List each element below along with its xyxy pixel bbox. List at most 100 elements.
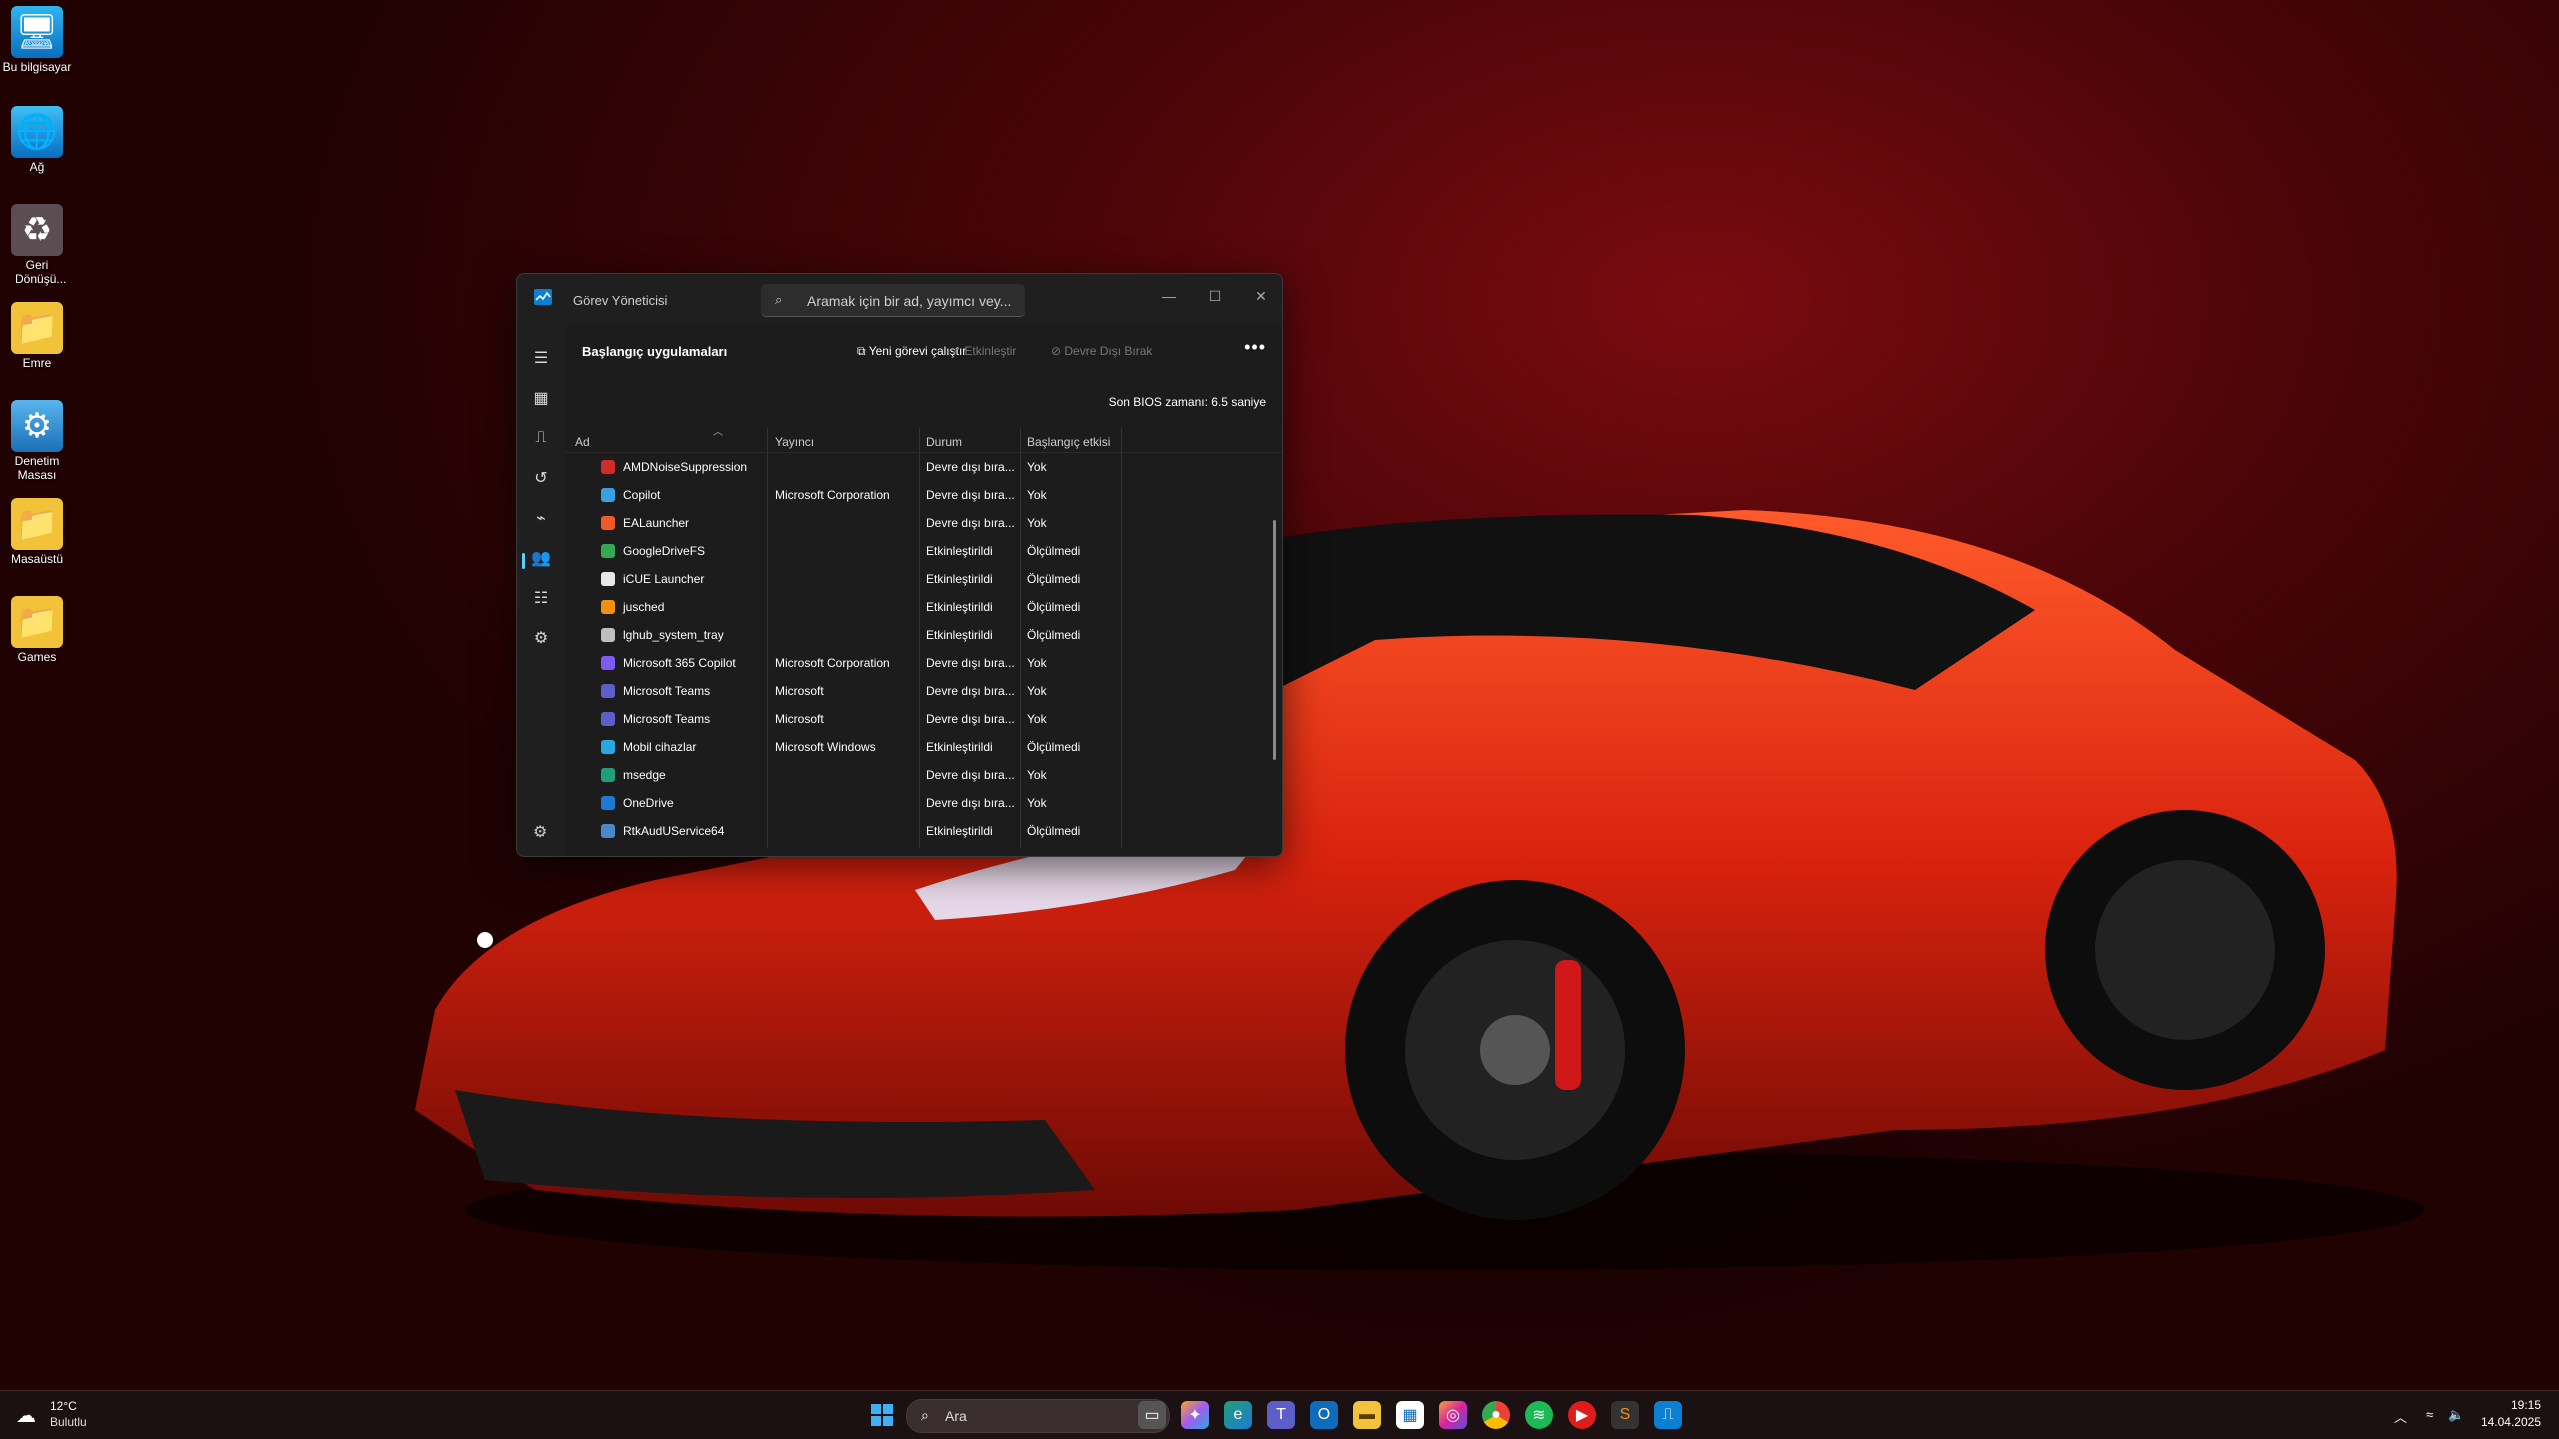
desktop-icon-games[interactable]: 📁 Games [2, 592, 72, 664]
table-row[interactable]: GoogleDriveFS Etkinleştirildi Ölçülmedi [565, 537, 1272, 565]
app-icon [601, 768, 615, 782]
title-bar[interactable]: Görev Yöneticisi ⌕ Aramak için bir ad, y… [517, 274, 1282, 324]
show-hidden-icons-icon[interactable]: ︿ [2394, 1407, 2407, 1426]
sort-ascending-icon: ︿ [713, 427, 723, 438]
enable-button[interactable]: ✓ Etkinleştir [951, 344, 1016, 358]
desktop-icon-label: Geri Dönüşü... [15, 258, 67, 286]
app-status: Etkinleştirildi [926, 600, 993, 614]
processes-icon[interactable]: ▦ [525, 382, 557, 414]
clock-time: 19:15 [2510, 1398, 2541, 1412]
users-icon[interactable]: 👥 [525, 542, 557, 574]
desktop-icon-recycle-bin[interactable]: ♻ Geri Dönüşü... [2, 200, 72, 286]
app-startup-impact: Yok [1027, 488, 1047, 502]
details-icon[interactable]: ☷ [525, 582, 557, 614]
disable-button[interactable]: ⊘ Devre Dışı Bırak [1051, 344, 1152, 358]
minimize-button[interactable]: — [1150, 282, 1188, 310]
folder-icon: 📁 [11, 302, 63, 354]
copilot-icon[interactable]: ✦ [1181, 1401, 1209, 1429]
edge-icon[interactable]: e [1224, 1401, 1252, 1429]
table-row[interactable]: jusched Etkinleştirildi Ölçülmedi [565, 593, 1272, 621]
table-row[interactable]: AMDNoiseSuppression Devre dışı bıra... Yok [565, 453, 1272, 481]
app-icon [601, 544, 615, 558]
app-icon [601, 516, 615, 530]
spotify-icon[interactable]: ≋ [1525, 1401, 1553, 1429]
desktop-icon-network[interactable]: 🌐 Ağ [2, 102, 72, 174]
wifi-icon[interactable]: ≈ [2426, 1407, 2433, 1422]
column-header-name[interactable]: Ad [575, 435, 590, 449]
clock[interactable]: 19:15 14.04.2025 [2481, 1397, 2541, 1431]
hamburger-menu-icon[interactable]: ☰ [525, 342, 557, 374]
table-row[interactable]: EALauncher Devre dışı bıra... Yok [565, 509, 1272, 537]
app-startup-impact: Ölçülmedi [1027, 740, 1081, 754]
app-status: Etkinleştirildi [926, 740, 993, 754]
run-new-task-button[interactable]: ⧉ Yeni görevi çalıştır [857, 344, 966, 359]
app-icon [601, 628, 615, 642]
column-header-status[interactable]: Durum [926, 435, 962, 449]
settings-gear-icon[interactable]: ⚙ [533, 822, 547, 842]
services-icon[interactable]: ⚙ [525, 622, 557, 654]
table-row[interactable]: RtkAudUService64 Etkinleştirildi Ölçülmedi [565, 817, 1272, 845]
table-row[interactable]: OneDrive Devre dışı bıra... Yok [565, 789, 1272, 817]
app-status: Etkinleştirildi [926, 544, 993, 558]
performance-icon[interactable]: ⎍ [525, 422, 557, 454]
instagram-icon[interactable]: ◎ [1439, 1401, 1467, 1429]
app-icon [601, 740, 615, 754]
app-icon [601, 656, 615, 670]
search-input[interactable]: ⌕ Aramak için bir ad, yayımcı vey... [761, 284, 1025, 317]
table-row[interactable]: Microsoft Teams Microsoft Devre dışı bıra.… [565, 677, 1272, 705]
disable-label: Devre Dışı Bırak [1064, 344, 1153, 358]
app-icon [601, 460, 615, 474]
table-row[interactable]: iCUE Launcher Etkinleştirildi Ölçülmedi [565, 565, 1272, 593]
app-name: jusched [623, 600, 665, 614]
file-explorer-icon[interactable]: ▬ [1353, 1401, 1381, 1429]
table-row[interactable]: Copilot Microsoft Corporation Devre dışı b… [565, 481, 1272, 509]
start-button[interactable] [868, 1401, 896, 1429]
table-row[interactable]: Microsoft Teams Microsoft Devre dışı bıra.… [565, 705, 1272, 733]
desktop-icon-label: Denetim Masası [14, 454, 60, 482]
task-manager-taskbar-icon[interactable]: ⎍ [1654, 1401, 1682, 1429]
app-name: Microsoft Teams [623, 684, 711, 698]
app-status: Devre dışı bıra... [926, 684, 1015, 698]
desktop-icon-emre[interactable]: 📁 Emre [2, 298, 72, 370]
teams-icon[interactable]: T [1267, 1401, 1295, 1429]
youtube-music-icon[interactable]: ▶ [1568, 1401, 1596, 1429]
clock-date: 14.04.2025 [2480, 1415, 2541, 1429]
bios-time-value: 6.5 saniye [1211, 395, 1266, 409]
weather-temp: 12°C [50, 1399, 77, 1413]
column-header-startup-impact[interactable]: Başlangıç etkisi [1027, 435, 1110, 449]
app-icon [601, 796, 615, 810]
startup-apps-icon[interactable]: ⌁ [525, 502, 557, 534]
app-name: Microsoft 365 Copilot [623, 656, 736, 670]
desktop-icon-masaustu[interactable]: 📁 Masaüstü [2, 494, 72, 566]
vertical-scrollbar[interactable] [1273, 520, 1276, 760]
taskbar-search-label: Ara [945, 1408, 967, 1424]
desktop-icon-label: Ağ [29, 160, 45, 174]
taskbar-search[interactable]: ⌕ Ara [906, 1399, 1170, 1433]
table-row[interactable]: lghub_system_tray Etkinleştirildi Ölçülmed… [565, 621, 1272, 649]
outlook-icon[interactable]: O [1310, 1401, 1338, 1429]
nav-rail: ☰ ▦ ⎍ ↺ ⌁ 👥 ☷ ⚙ [517, 324, 565, 856]
desktop-icon-this-pc[interactable]: 🖥 Bu bilgisayar [2, 2, 72, 74]
table-row[interactable]: msedge Devre dışı bıra... Yok [565, 761, 1272, 789]
task-view-icon[interactable]: ▭ [1138, 1401, 1166, 1429]
app-history-icon[interactable]: ↺ [525, 462, 557, 494]
taskbar: ☁ 12°C Bulutlu ⌕ Ara ▭ ✦ e T O ▬ ▦ ◎ ● ≋… [0, 1390, 2559, 1439]
desktop-icon-control-panel[interactable]: ⚙ Denetim Masası [2, 396, 72, 482]
table-row[interactable]: Microsoft 365 Copilot Microsoft Corporati… [565, 649, 1272, 677]
task-manager-window[interactable]: Görev Yöneticisi ⌕ Aramak için bir ad, y… [516, 273, 1283, 857]
app-startup-impact: Ölçülmedi [1027, 628, 1081, 642]
column-header-publisher[interactable]: Yayıncı [775, 435, 814, 449]
close-button[interactable]: ✕ [1242, 282, 1280, 310]
volume-icon[interactable]: 🔈 [2448, 1407, 2464, 1423]
table-row[interactable]: Mobil cihazlar Microsoft Windows Etkinleşt… [565, 733, 1272, 761]
desktop-icon-label: Emre [22, 356, 52, 370]
app-publisher: Microsoft Corporation [775, 656, 890, 670]
chrome-icon[interactable]: ● [1482, 1401, 1510, 1429]
more-options-button[interactable]: ••• [1244, 337, 1266, 358]
bios-time: Son BIOS zamanı: 6.5 saniye [1109, 395, 1266, 409]
app-startup-impact: Yok [1027, 684, 1047, 698]
maximize-button[interactable]: ☐ [1196, 282, 1234, 310]
bios-time-label: Son BIOS zamanı: [1108, 395, 1208, 409]
microsoft-store-icon[interactable]: ▦ [1396, 1401, 1424, 1429]
sublime-icon[interactable]: S [1611, 1401, 1639, 1429]
